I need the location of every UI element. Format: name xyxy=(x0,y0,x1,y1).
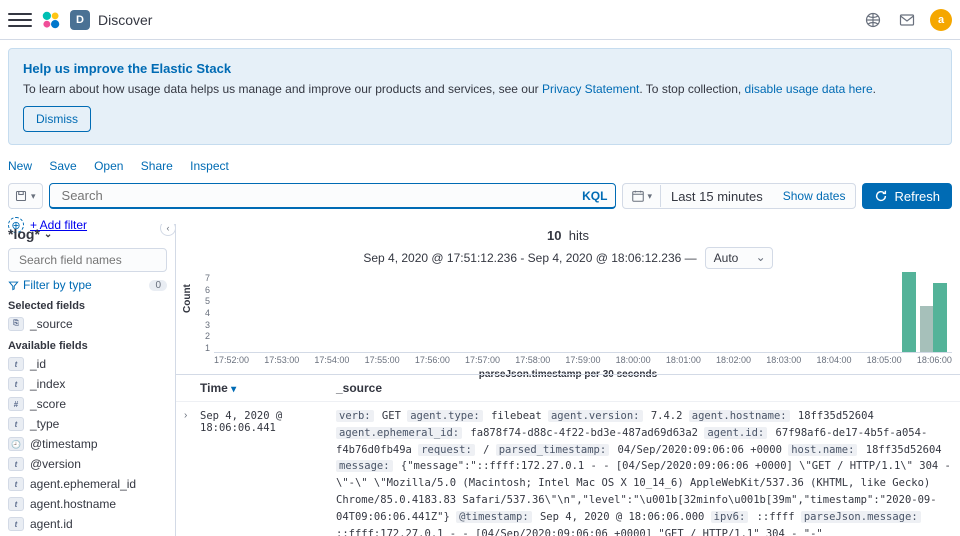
new-link[interactable]: New xyxy=(8,159,32,173)
field-item[interactable]: 🕘@timestamp xyxy=(8,434,167,454)
kql-toggle[interactable]: KQL xyxy=(582,189,607,203)
available-fields-label: Available fields xyxy=(8,340,167,352)
y-axis-label: Count xyxy=(182,284,193,313)
open-link[interactable]: Open xyxy=(94,159,123,173)
privacy-link[interactable]: Privacy Statement xyxy=(542,82,639,96)
calendar-button[interactable]: ▾ xyxy=(623,185,661,207)
elastic-logo-icon xyxy=(40,9,62,31)
save-link[interactable]: Save xyxy=(49,159,76,173)
chevron-down-icon: ▾ xyxy=(31,191,36,202)
index-pattern-selector[interactable]: *log* ⌄ xyxy=(8,226,167,242)
doc-source: verb: GET agent.type: filebeat agent.ver… xyxy=(336,408,952,536)
menu-toggle-icon[interactable] xyxy=(8,8,32,32)
field-item[interactable]: tagent.id xyxy=(8,514,167,534)
refresh-button[interactable]: Refresh xyxy=(862,183,952,209)
calendar-icon xyxy=(631,189,645,203)
chart-bar[interactable] xyxy=(933,283,947,352)
share-link[interactable]: Share xyxy=(141,159,173,173)
saved-query-button[interactable]: ▾ xyxy=(8,183,43,209)
inspect-link[interactable]: Inspect xyxy=(190,159,229,173)
source-column-header[interactable]: _source xyxy=(336,381,952,395)
refresh-icon xyxy=(874,189,888,203)
field-item[interactable]: t@version xyxy=(8,454,167,474)
field-item[interactable]: tagent.ephemeral_id xyxy=(8,474,167,494)
y-axis: 7654321 xyxy=(200,273,210,353)
x-axis: 17:52:0017:53:0017:54:0017:55:0017:56:00… xyxy=(214,355,952,365)
field-item[interactable]: t_index xyxy=(8,374,167,394)
histogram-chart[interactable]: Count 7654321 17:52:0017:53:0017:54:0017… xyxy=(184,273,952,383)
user-avatar[interactable]: a xyxy=(930,9,952,31)
date-range-label[interactable]: Last 15 minutes xyxy=(661,185,773,208)
fields-sidebar: ‹ *log* ⌄ Filter by type 0 Selected fiel… xyxy=(0,224,176,536)
dismiss-button[interactable]: Dismiss xyxy=(23,106,91,132)
top-menu: New Save Open Share Inspect xyxy=(0,153,960,179)
time-column-header[interactable]: Time ▾ xyxy=(200,381,336,395)
mail-icon[interactable] xyxy=(896,9,918,31)
app-badge: D xyxy=(70,10,90,30)
callout-title: Help us improve the Elastic Stack xyxy=(23,61,937,76)
field-item[interactable]: t_type xyxy=(8,414,167,434)
telemetry-callout: Help us improve the Elastic Stack To lea… xyxy=(8,48,952,145)
date-picker: ▾ Last 15 minutes Show dates xyxy=(622,183,856,209)
search-input[interactable] xyxy=(58,184,583,207)
disk-icon xyxy=(15,190,27,202)
docs-table: Time ▾ _source › Sep 4, 2020 @ 18:06:06.… xyxy=(176,374,960,536)
hits-count: 10 hits xyxy=(176,224,960,247)
field-item[interactable]: tagent.hostname xyxy=(8,494,167,514)
query-bar: ▾ KQL ▾ Last 15 minutes Show dates Refre… xyxy=(0,179,960,213)
disable-data-link[interactable]: disable usage data here xyxy=(745,82,873,96)
expand-row-icon[interactable]: › xyxy=(184,408,200,421)
results-panel: 10 hits Sep 4, 2020 @ 17:51:12.236 - Sep… xyxy=(176,224,960,536)
selected-fields-label: Selected fields xyxy=(8,300,167,312)
app-header: D Discover a xyxy=(0,0,960,40)
newsfeed-icon[interactable] xyxy=(862,9,884,31)
callout-text: To learn about how usage data helps us m… xyxy=(23,82,937,96)
chart-bar[interactable] xyxy=(920,306,934,352)
field-item[interactable]: #_score xyxy=(8,394,167,414)
page-title: Discover xyxy=(98,12,152,28)
filter-icon xyxy=(8,280,19,291)
table-header: Time ▾ _source xyxy=(176,375,960,402)
collapse-sidebar-icon[interactable]: ‹ xyxy=(160,224,176,236)
interval-select[interactable]: Auto xyxy=(705,247,773,269)
chevron-down-icon: ⌄ xyxy=(44,229,52,240)
chart-bar[interactable] xyxy=(902,272,916,352)
search-box[interactable]: KQL xyxy=(49,183,617,209)
field-search[interactable] xyxy=(8,248,167,272)
field-item[interactable]: t_id xyxy=(8,354,167,374)
table-row: › Sep 4, 2020 @ 18:06:06.441 verb: GET a… xyxy=(176,402,960,536)
field-search-input[interactable] xyxy=(19,253,174,267)
field-item[interactable]: ⎘_source xyxy=(8,314,167,334)
sort-desc-icon: ▾ xyxy=(231,384,236,395)
filter-count-badge: 0 xyxy=(149,280,167,291)
show-dates-link[interactable]: Show dates xyxy=(773,185,856,207)
doc-time: Sep 4, 2020 @ 18:06:06.441 xyxy=(200,408,336,434)
chart-plot xyxy=(214,273,952,353)
time-range-text: Sep 4, 2020 @ 17:51:12.236 - Sep 4, 2020… xyxy=(363,251,696,265)
filter-by-type[interactable]: Filter by type 0 xyxy=(8,276,167,294)
